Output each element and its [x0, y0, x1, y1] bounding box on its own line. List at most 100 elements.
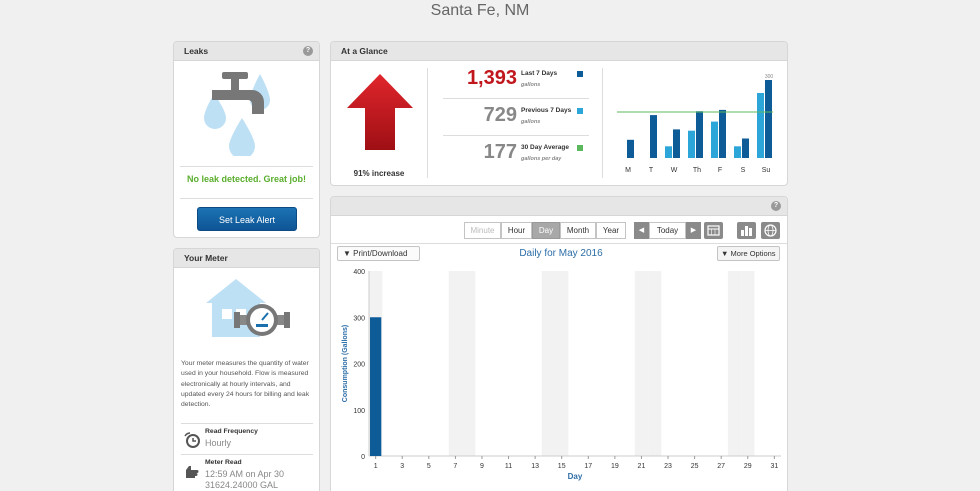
x-tick-label: 1 [374, 463, 378, 470]
divider [331, 243, 787, 244]
weekend-band [727, 271, 742, 456]
prev-week-bar [688, 130, 695, 158]
view-month-button[interactable]: Month [560, 222, 596, 239]
x-tick-label: 9 [480, 463, 484, 470]
glance-unit: gallons [521, 82, 541, 88]
daily-consumption-chart: 01002003004001 3 5 7 9 11 13 15 17 19 21 23 25 27 29 31… [342, 269, 781, 481]
divider [443, 135, 589, 136]
glance-value: 177 [483, 141, 517, 163]
today-button[interactable]: Today [649, 222, 686, 239]
view-hour-button[interactable]: Hour [501, 222, 532, 239]
weekend-band [555, 271, 569, 456]
globe-icon[interactable] [761, 222, 780, 239]
glance-value: 729 [483, 104, 517, 126]
glance-row-30-day: 177 30 Day Average gallons per day [443, 138, 589, 174]
x-tick-label: 11 [505, 463, 512, 470]
glance-row-last-7: 1,393 Last 7 Days gallons [443, 64, 589, 100]
last-week-bar [673, 129, 680, 158]
weekend-band [741, 271, 755, 456]
caret-down-icon: ▼ [721, 249, 729, 258]
increase-text: 91% increase [353, 169, 405, 178]
legend-swatch [577, 71, 583, 77]
up-arrow-icon [347, 74, 413, 150]
meter-description: Your meter measures the quantity of wate… [181, 360, 310, 409]
divider [180, 166, 313, 167]
glance-unit: gallons per day [521, 156, 562, 162]
bar-chart-icon[interactable] [737, 222, 756, 239]
chart-panel-header: ? [331, 197, 787, 216]
x-tick-label: 29 [744, 463, 752, 470]
last-week-bar [742, 138, 749, 158]
glance-label: Previous 7 Days [521, 107, 572, 114]
more-options-label: More Options [730, 249, 776, 258]
chart-title: Daily for May 2016 [519, 248, 603, 259]
weekly-mini-chart: M T W Th F S Su 300 [617, 74, 773, 174]
y-tick-label: 0 [361, 454, 365, 461]
page-title: Santa Fe, NM [430, 2, 530, 19]
meter-title: Your Meter [184, 253, 228, 263]
day-label: Su [762, 167, 771, 174]
x-tick-label: 21 [638, 463, 646, 470]
divider [180, 198, 313, 199]
view-year-button[interactable]: Year [596, 222, 626, 239]
glance-title: At a Glance [341, 46, 388, 56]
at-a-glance-panel: At a Glance 91% increase 1,393 Last 7 Da… [330, 41, 788, 186]
caret-down-icon: ▼ [343, 249, 351, 258]
x-tick-label: 19 [611, 463, 619, 470]
day-label: T [649, 167, 654, 174]
print-download-button[interactable]: ▼ Print/Download [337, 246, 420, 261]
y-tick-label: 200 [353, 362, 365, 369]
prev-week-bar [757, 93, 764, 158]
read-frequency-value: Hourly [205, 438, 232, 448]
glance-row-previous-7: 729 Previous 7 Days gallons [443, 101, 589, 137]
previous-arrow-button[interactable]: ◀ [634, 222, 649, 239]
weekend-band [648, 271, 662, 456]
weekend-band [541, 271, 556, 456]
prev-week-bar [665, 146, 672, 158]
faucet-icon [204, 72, 270, 156]
last-week-bar [696, 111, 703, 158]
consumption-bar [370, 317, 382, 456]
x-tick-label: 25 [691, 463, 699, 470]
last-week-bar [719, 109, 726, 158]
glance-header: At a Glance [331, 42, 787, 61]
meter-read-time: 12:59 AM on Apr 30 [205, 469, 285, 479]
hand-icon [186, 466, 199, 478]
legend-swatch [577, 145, 583, 151]
calendar-icon[interactable] [704, 222, 723, 239]
x-tick-label: 7 [453, 463, 457, 470]
prev-week-bar [711, 121, 718, 158]
y-tick-label: 300 [353, 315, 365, 322]
glance-label: 30 Day Average [521, 144, 569, 151]
day-label: F [718, 167, 722, 174]
leaks-panel: Leaks ? No leak detected. Great job! Set… [173, 41, 320, 238]
last-week-bar [650, 115, 657, 158]
help-icon[interactable]: ? [303, 46, 313, 56]
leak-status: No leak detected. Great job! [186, 174, 307, 184]
help-icon[interactable]: ? [771, 201, 781, 211]
day-label: W [671, 167, 678, 174]
x-tick-label: 3 [400, 463, 404, 470]
view-minute-button[interactable]: Minute [464, 222, 501, 239]
clock-icon [184, 432, 200, 448]
day-label: M [625, 167, 631, 174]
x-tick-label: 23 [664, 463, 672, 470]
x-tick-label: 31 [770, 463, 778, 470]
meter-header: Your Meter [174, 249, 319, 268]
meter-read-label: Meter Read [205, 459, 242, 466]
next-arrow-button[interactable]: ▶ [686, 222, 701, 239]
y-axis-title: Consumption (Gallons) [342, 325, 349, 402]
weekend-band [462, 271, 476, 456]
x-tick-label: 27 [717, 463, 725, 470]
more-options-button[interactable]: ▼ More Options [717, 246, 780, 261]
divider [443, 98, 589, 99]
x-tick-label: 15 [558, 463, 566, 470]
day-label: S [741, 167, 746, 174]
glance-unit: gallons [521, 119, 541, 125]
read-frequency-row: Read Frequency Hourly [181, 423, 313, 455]
prev-week-bar [734, 146, 741, 158]
view-day-button[interactable]: Day [532, 222, 560, 239]
set-leak-alert-button[interactable]: Set Leak Alert [197, 207, 297, 231]
y-tick-label: 400 [353, 269, 365, 276]
last-week-bar [765, 80, 772, 158]
